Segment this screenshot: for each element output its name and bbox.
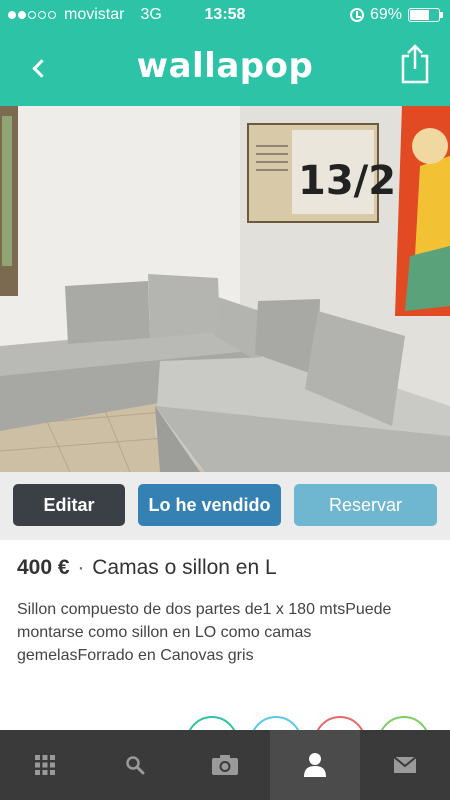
product-price: 400 € <box>17 556 70 579</box>
profile-icon <box>304 753 326 777</box>
screen: movistar 3G 13:58 69% wallapop 13/2 Edit… <box>0 0 450 800</box>
tab-bar <box>0 730 450 800</box>
camera-icon <box>212 755 238 775</box>
product-description: Sillon compuesto de dos partes de1 x 180… <box>17 601 392 664</box>
tab-profile[interactable] <box>270 730 360 800</box>
grid-icon <box>35 755 55 775</box>
tab-camera[interactable] <box>180 730 270 800</box>
mark-sold-button[interactable]: Lo he vendido <box>138 484 281 526</box>
svg-text:13/2: 13/2 <box>298 158 396 204</box>
header: movistar 3G 13:58 69% wallapop <box>0 0 450 106</box>
title-separator: · <box>77 556 85 579</box>
tab-messages[interactable] <box>360 730 450 800</box>
action-bar: Editar Lo he vendido Reservar <box>0 472 450 540</box>
status-bar: movistar 3G 13:58 69% <box>0 0 450 30</box>
edit-button[interactable]: Editar <box>13 484 125 526</box>
battery-icon <box>408 8 443 22</box>
product-title: Camas o sillon en L <box>92 556 277 579</box>
share-icon <box>401 44 429 84</box>
tab-search[interactable] <box>90 730 180 800</box>
product-title-line: 400 € · Camas o sillon en L <box>17 556 277 580</box>
product-info: 400 € · Camas o sillon en L Sillon compu… <box>0 540 450 768</box>
brand-logo: wallapop <box>136 46 314 86</box>
nav-bar: wallapop <box>0 30 450 106</box>
sofa-photo-image: 13/2 <box>0 106 450 472</box>
tab-explore[interactable] <box>0 730 90 800</box>
product-photo[interactable]: 13/2 <box>0 106 450 472</box>
status-right: 69% <box>349 6 443 24</box>
search-icon <box>126 756 145 775</box>
mail-icon <box>393 756 417 773</box>
alarm-icon <box>349 8 364 22</box>
share-button[interactable] <box>398 42 432 86</box>
battery-percent: 69% <box>369 6 402 23</box>
reserve-button[interactable]: Reservar <box>294 484 437 526</box>
